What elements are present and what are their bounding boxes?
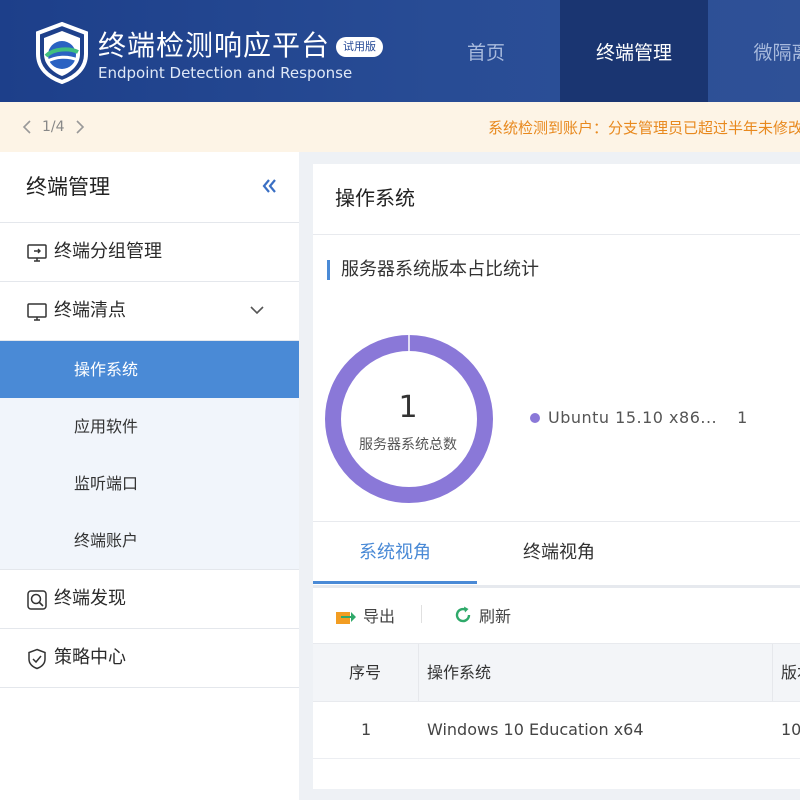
sidebar-item-discovery[interactable]: 终端发现 xyxy=(0,570,299,629)
table-toolbar: 导出 刷新 xyxy=(313,587,800,643)
nav-micro-segmentation[interactable]: 微隔离 xyxy=(708,0,800,102)
cell-index: 1 xyxy=(361,720,372,739)
table-header-row: 序号 操作系统 版本 xyxy=(313,643,800,702)
main-panel: 操作系统 服务器系统版本占比统计 1 服务器系统总数 Ubuntu 15.10 … xyxy=(313,164,800,789)
export-icon xyxy=(336,612,356,624)
sidebar-subitem-ports[interactable]: 监听端口 xyxy=(0,455,299,512)
section-accent-bar xyxy=(327,260,330,280)
tab-endpoint-view[interactable]: 终端视角 xyxy=(477,522,641,585)
sidebar-submenu: 操作系统 应用软件 监听端口 终端账户 xyxy=(0,341,299,570)
sidebar-item-label: 终端分组管理 xyxy=(54,241,162,262)
sidebar-subitem-os[interactable]: 操作系统 xyxy=(0,341,299,398)
notice-pager: 1/4 xyxy=(22,102,85,152)
sidebar-subitem-label: 监听端口 xyxy=(74,474,139,493)
sidebar-item-group-management[interactable]: 终端分组管理 xyxy=(0,223,299,282)
sidebar-subitem-label: 操作系统 xyxy=(74,360,139,379)
export-label: 导出 xyxy=(363,607,396,626)
double-chevron-left-icon[interactable] xyxy=(261,178,277,194)
cell-version: 10 xyxy=(781,720,800,739)
sidebar-subitem-label: 终端账户 xyxy=(74,531,139,550)
column-divider xyxy=(772,644,773,701)
active-tab-indicator xyxy=(313,581,477,584)
notice-message[interactable]: 系统检测到账户：分支管理员已超过半年未修改密码 xyxy=(488,102,800,152)
sidebar-subitem-accounts[interactable]: 终端账户 xyxy=(0,512,299,569)
sidebar-subitem-software[interactable]: 应用软件 xyxy=(0,398,299,455)
sidebar: 终端管理 终端分组管理 终端清点 操作系统 应用软件 监听端口 终端账户 终端发… xyxy=(0,152,299,800)
notice-bar: 1/4 系统检测到账户：分支管理员已超过半年未修改密码 xyxy=(0,102,800,152)
chevron-down-icon[interactable] xyxy=(249,304,265,316)
notice-page-indicator: 1/4 xyxy=(42,119,65,135)
cell-os: Windows 10 Education x64 xyxy=(427,720,644,739)
discover-icon xyxy=(27,590,47,610)
nav-endpoint-management[interactable]: 终端管理 xyxy=(560,0,708,102)
sidebar-item-label: 终端清点 xyxy=(54,300,126,321)
sidebar-item-inventory[interactable]: 终端清点 xyxy=(0,282,299,341)
os-table: 序号 操作系统 版本 1 Windows 10 Education x64 10 xyxy=(313,643,800,759)
sidebar-title: 终端管理 xyxy=(26,175,110,199)
refresh-label: 刷新 xyxy=(479,607,512,626)
panel-header: 操作系统 xyxy=(313,164,800,235)
column-header-os[interactable]: 操作系统 xyxy=(427,644,491,701)
sidebar-item-label: 终端发现 xyxy=(54,588,126,609)
nav-home[interactable]: 首页 xyxy=(412,0,560,102)
shield-check-icon xyxy=(28,648,46,670)
legend-label: Ubuntu 15.10 x86... xyxy=(548,408,718,427)
export-button[interactable]: 导出 xyxy=(335,587,395,643)
donut-center-value: 1 xyxy=(398,390,418,425)
section-title: 服务器系统版本占比统计 xyxy=(341,259,539,280)
view-tabs: 系统视角 终端视角 xyxy=(313,521,800,588)
donut-center-label: 服务器系统总数 xyxy=(359,437,457,453)
top-nav: 首页 终端管理 微隔离 xyxy=(412,0,800,102)
column-divider xyxy=(418,644,419,701)
page-title: 操作系统 xyxy=(335,186,415,210)
refresh-button[interactable]: 刷新 xyxy=(453,587,511,643)
legend-dot xyxy=(530,412,540,423)
app-title: 终端检测响应平台 xyxy=(98,29,331,62)
sidebar-item-label: 策略中心 xyxy=(54,647,126,668)
chart-legend-item[interactable]: Ubuntu 15.10 x86... 1 xyxy=(530,408,747,427)
tab-system-view[interactable]: 系统视角 xyxy=(313,522,477,585)
legend-value: 1 xyxy=(737,408,748,427)
table-row[interactable]: 1 Windows 10 Education x64 10 xyxy=(313,702,800,759)
refresh-icon xyxy=(455,606,471,623)
app-subtitle: Endpoint Detection and Response xyxy=(98,64,353,82)
monitor-icon xyxy=(27,303,47,321)
toolbar-divider xyxy=(421,605,422,623)
column-header-version[interactable]: 版本 xyxy=(781,644,800,701)
app-header: 终端检测响应平台 试用版 Endpoint Detection and Resp… xyxy=(0,0,800,102)
column-header-index[interactable]: 序号 xyxy=(349,644,381,701)
chevron-right-icon[interactable] xyxy=(75,120,85,134)
sidebar-subitem-label: 应用软件 xyxy=(74,417,139,436)
sidebar-item-policy-center[interactable]: 策略中心 xyxy=(0,629,299,688)
chevron-left-icon[interactable] xyxy=(22,120,32,134)
group-monitor-icon xyxy=(27,244,47,262)
sidebar-header: 终端管理 xyxy=(0,152,299,223)
trial-badge: 试用版 xyxy=(336,37,383,57)
shield-logo-icon xyxy=(36,22,88,84)
